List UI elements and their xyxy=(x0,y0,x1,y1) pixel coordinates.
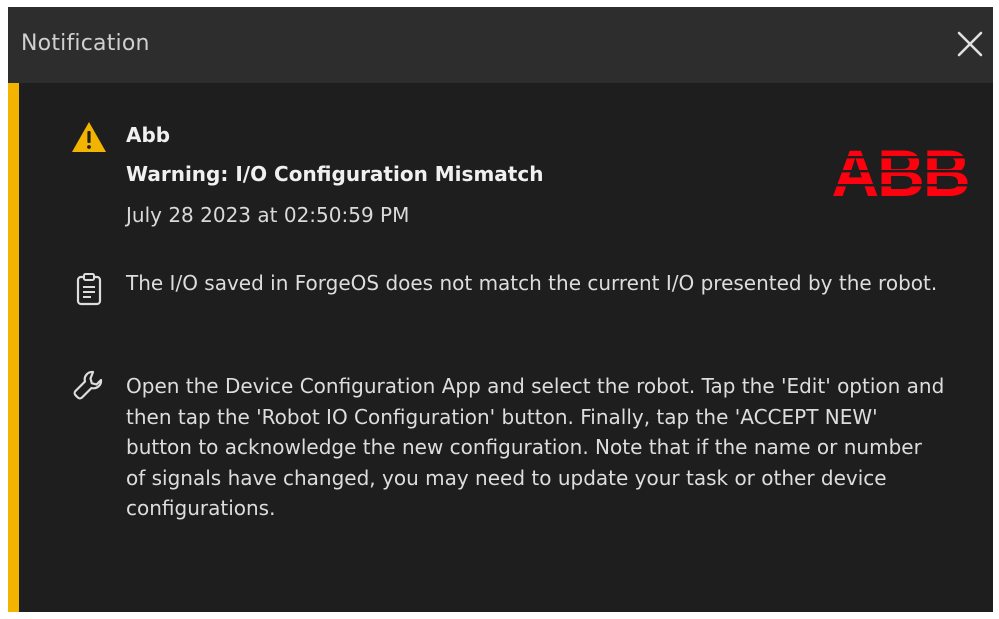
clipboard-icon xyxy=(76,272,102,306)
notification-description: The I/O saved in ForgeOS does not match … xyxy=(126,271,938,295)
abb-logo: ABB xyxy=(827,136,973,210)
warning-icon xyxy=(71,121,107,153)
close-icon[interactable] xyxy=(953,27,987,61)
svg-text:ABB: ABB xyxy=(832,143,969,203)
severity-accent-bar xyxy=(8,83,19,612)
notification-dialog: Notification Abb Warning: I/O Configurat… xyxy=(8,7,993,612)
notification-headline: Warning: I/O Configuration Mismatch xyxy=(126,162,544,186)
notification-resolution: Open the Device Configuration App and se… xyxy=(126,374,945,521)
dialog-title: Notification xyxy=(21,31,150,56)
wrench-icon xyxy=(72,369,104,401)
notification-timestamp: July 28 2023 at 02:50:59 PM xyxy=(126,203,410,227)
notification-source: Abb xyxy=(126,123,171,147)
dialog-titlebar: Notification xyxy=(8,7,993,83)
